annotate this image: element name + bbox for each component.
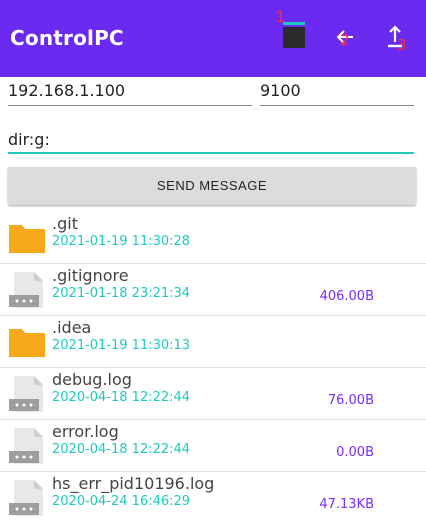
app-title: ControlPC [10,26,124,50]
file-name: debug.log [52,370,132,389]
file-size: 76.00B [327,393,374,408]
stop-square-icon[interactable] [283,27,305,48]
file-date: 2020-04-18 12:22:44 [52,390,191,405]
file-list: .git 2021-01-19 11:30:28 .gitignore 2021-01… [0,212,426,521]
command-input[interactable]: dir:g: [8,130,414,154]
badge-2: 2 [340,31,350,49]
file-date: 2020-04-24 16:46:29 [52,494,191,509]
file-icon [9,480,43,516]
file-date: 2021-01-18 23:21:34 [52,286,191,301]
file-list-item[interactable]: error.log 2020-04-18 12:22:44 0.00B [0,420,426,472]
file-size: 47.13KB [319,497,374,512]
folder-icon [9,329,45,357]
ip-address-field[interactable]: 192.168.1.100 [8,81,252,106]
file-icon [9,428,43,464]
file-date: 2021-01-19 11:30:28 [52,234,191,249]
port-field[interactable]: 9100 [260,81,414,106]
file-list-item[interactable]: .gitignore 2021-01-18 23:21:34 406.00B [0,264,426,316]
file-name: hs_err_pid10196.log [52,474,215,493]
file-name: error.log [52,422,119,441]
file-name: .idea [52,318,92,337]
file-icon [9,272,43,308]
file-size: 406.00B [319,289,374,304]
folder-icon [9,225,45,253]
file-list-item[interactable]: .git 2021-01-19 11:30:28 [0,212,426,264]
app-bar: ControlPC 1 2 3 [0,0,426,77]
file-list-item[interactable]: .idea 2021-01-19 11:30:13 [0,316,426,368]
file-list-item[interactable]: hs_err_pid10196.log 2020-04-24 16:46:29 47… [0,472,426,521]
send-message-button[interactable]: SEND MESSAGE [8,167,416,205]
badge-1: 1 [276,8,286,26]
file-size: 0.00B [336,445,374,460]
file-name: .git [52,214,78,233]
badge-3: 3 [397,36,407,54]
file-date: 2020-04-18 12:22:44 [52,442,191,457]
file-icon [9,376,43,412]
file-list-item[interactable]: debug.log 2020-04-18 12:22:44 76.00B [0,368,426,420]
file-date: 2021-01-19 11:30:13 [52,338,191,353]
stop-indicator-line [283,22,305,25]
file-name: .gitignore [52,266,129,285]
